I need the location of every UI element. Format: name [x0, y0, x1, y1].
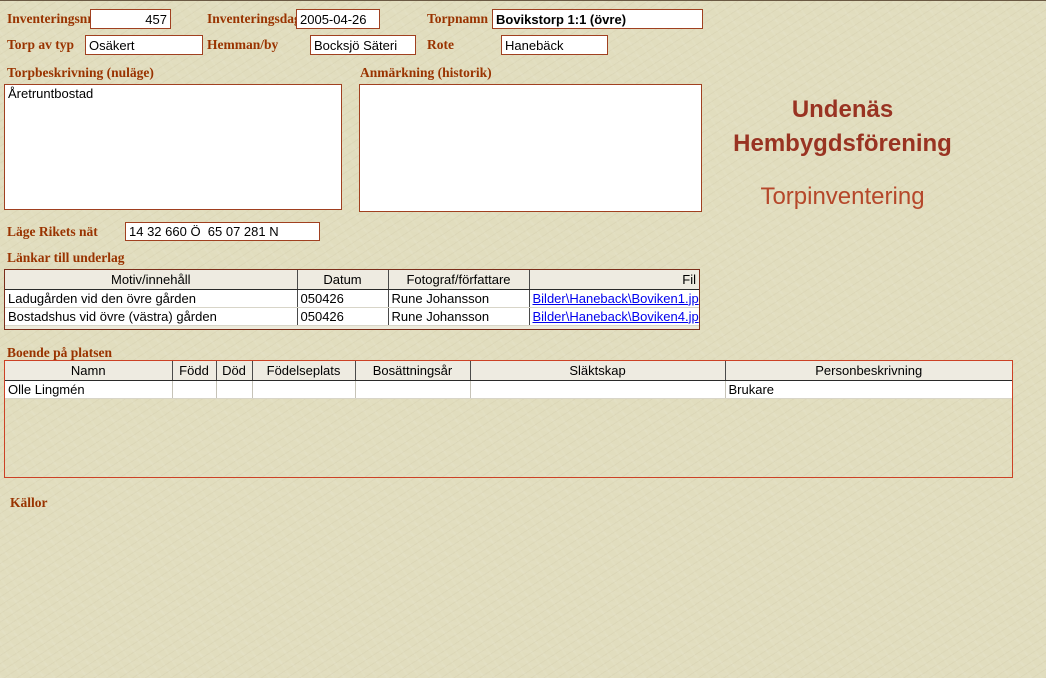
residents-header-row: Namn Född Död Födelseplats Bosättningsår…	[5, 361, 1012, 381]
inventeringsdag-input[interactable]	[296, 9, 380, 29]
lage-rikets-nat-label: Läge Rikets nät	[7, 224, 98, 239]
link-fotograf-cell: Rune Johansson	[387, 289, 529, 308]
link-fil-cell: Bilder\Haneback\Boviken4.jp	[528, 307, 699, 326]
rote-input[interactable]	[501, 35, 608, 55]
resident-row: Olle Lingmén Brukare	[5, 380, 1012, 399]
torpbeskrivning-textarea[interactable]: Åretruntbostad	[4, 84, 342, 210]
link-motiv-cell: Bostadshus vid övre (västra) gården	[5, 307, 297, 326]
torpnamn-label: Torpnamn	[427, 11, 489, 26]
torp-av-typ-label: Torp av typ	[7, 37, 75, 52]
links-header-row: Motiv/innehåll Datum Fotograf/författare…	[5, 270, 699, 290]
org-title: Undenäs Hembygdsförening	[733, 96, 952, 157]
inventeringsnr-input[interactable]	[90, 9, 171, 29]
links-col-fil: Fil	[528, 270, 699, 290]
hemman-by-input[interactable]	[310, 35, 416, 55]
app-subtitle: Torpinventering	[760, 183, 925, 210]
file-link[interactable]: Bilder\Haneback\Boviken4.jp	[533, 309, 699, 324]
torpnamn-input[interactable]	[492, 9, 703, 29]
links-col-fotograf: Fotograf/författare	[387, 270, 529, 290]
links-section-heading: Länkar till underlag	[7, 250, 125, 265]
anmarkning-textarea[interactable]	[359, 84, 702, 212]
inventeringsdag-label: Inventeringsdag	[207, 11, 301, 26]
links-table-row: Ladugården vid den övre gården 050426 Ru…	[5, 289, 699, 308]
resident-fodd-cell	[171, 380, 216, 399]
residents-col-personbeskrivning: Personbeskrivning	[724, 361, 1012, 381]
anmarkning-label: Anmärkning (historik)	[360, 65, 492, 80]
torpbeskrivning-label: Torpbeskrivning (nuläge)	[7, 65, 154, 80]
residents-col-slaktskap: Släktskap	[469, 361, 725, 381]
residents-section-heading: Boende på platsen	[7, 345, 113, 360]
sources-section-heading: Källor	[10, 495, 48, 510]
links-col-motiv: Motiv/innehåll	[5, 270, 297, 290]
rote-label: Rote	[427, 37, 454, 52]
resident-namn-cell: Olle Lingmén	[5, 380, 172, 399]
links-table-container: Motiv/innehåll Datum Fotograf/författare…	[4, 269, 700, 330]
links-col-datum: Datum	[296, 270, 388, 290]
inventeringsnr-label: Inventeringsnr	[7, 11, 94, 26]
link-datum-cell: 050426	[296, 289, 388, 308]
resident-dod-cell	[215, 380, 252, 399]
residents-table-container: Namn Född Död Födelseplats Bosättningsår…	[4, 360, 1013, 478]
residents-col-fodd: Född	[171, 361, 216, 381]
link-fil-cell: Bilder\Haneback\Boviken1.jp	[528, 289, 699, 308]
residents-col-fodelseplats: Födelseplats	[251, 361, 355, 381]
torpinventering-form: { "titleblock": { "org_name": "Undenäs H…	[0, 0, 1046, 678]
hemman-by-label: Hemman/by	[207, 37, 279, 52]
resident-slaktskap-cell	[469, 380, 725, 399]
title-block: Undenäs Hembygdsförening Torpinventering	[700, 93, 985, 211]
lage-rikets-nat-input[interactable]	[125, 222, 320, 241]
link-motiv-cell: Ladugården vid den övre gården	[5, 289, 297, 308]
link-datum-cell: 050426	[296, 307, 388, 326]
links-table-row: Bostadshus vid övre (västra) gården 0504…	[5, 307, 699, 326]
links-table: Motiv/innehåll Datum Fotograf/författare…	[5, 270, 699, 326]
residents-col-namn: Namn	[5, 361, 172, 381]
residents-table: Namn Född Död Födelseplats Bosättningsår…	[5, 361, 1012, 399]
torp-av-typ-input[interactable]	[85, 35, 203, 55]
resident-personbeskrivning-cell: Brukare	[724, 380, 1012, 399]
resident-bosattningsar-cell	[354, 380, 470, 399]
file-link[interactable]: Bilder\Haneback\Boviken1.jp	[533, 291, 699, 306]
residents-col-bosattningsar: Bosättningsår	[354, 361, 470, 381]
residents-col-dod: Död	[215, 361, 252, 381]
link-fotograf-cell: Rune Johansson	[387, 307, 529, 326]
resident-fodelseplats-cell	[251, 380, 355, 399]
